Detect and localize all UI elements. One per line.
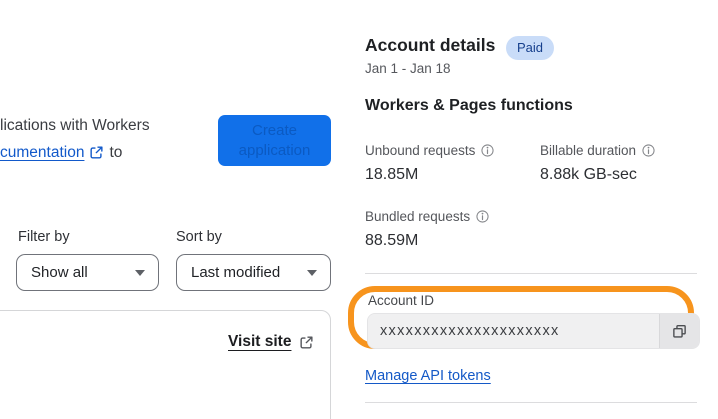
account-id-input[interactable] bbox=[368, 314, 659, 348]
chevron-down-icon bbox=[135, 270, 145, 276]
external-link-icon bbox=[299, 335, 314, 350]
stat-billable-duration-value: 8.88k GB-sec bbox=[540, 166, 637, 183]
chevron-down-icon bbox=[307, 270, 317, 276]
intro-line-1: lications with Workers bbox=[0, 117, 150, 134]
stat-billable-duration-label: Billable duration bbox=[540, 143, 655, 158]
external-link-icon bbox=[89, 145, 104, 160]
filter-dropdown[interactable]: Show all bbox=[16, 254, 159, 291]
visit-site-row: Visit site bbox=[228, 333, 314, 351]
divider bbox=[365, 273, 697, 274]
filter-dropdown-value: Show all bbox=[31, 264, 88, 281]
sort-dropdown-value: Last modified bbox=[191, 264, 281, 281]
account-id-field-group bbox=[367, 313, 700, 349]
info-icon[interactable] bbox=[476, 210, 489, 223]
copy-icon bbox=[671, 323, 688, 340]
visit-site-link[interactable]: Visit site bbox=[228, 333, 291, 351]
sort-dropdown[interactable]: Last modified bbox=[176, 254, 331, 291]
intro-text: lications with Workers cumentation to bbox=[0, 112, 150, 166]
account-details-title: Account details bbox=[365, 35, 496, 55]
date-range: Jan 1 - Jan 18 bbox=[365, 61, 451, 76]
stat-unbound-requests-label: Unbound requests bbox=[365, 143, 494, 158]
plan-badge: Paid bbox=[506, 36, 555, 60]
stat-unbound-requests-value: 18.85M bbox=[365, 166, 419, 183]
copy-button[interactable] bbox=[659, 314, 699, 348]
applications-card bbox=[0, 310, 331, 419]
account-id-label: Account ID bbox=[368, 293, 435, 308]
sort-by-label: Sort by bbox=[176, 229, 222, 245]
info-icon[interactable] bbox=[481, 144, 494, 157]
manage-api-tokens-link[interactable]: Manage API tokens bbox=[365, 368, 491, 384]
functions-section-title: Workers & Pages functions bbox=[365, 97, 573, 114]
info-icon[interactable] bbox=[642, 144, 655, 157]
stat-bundled-requests-value: 88.59M bbox=[365, 232, 419, 249]
filter-by-label: Filter by bbox=[18, 229, 70, 245]
intro-line-2: cumentation to bbox=[0, 139, 150, 166]
create-application-button[interactable]: Create application bbox=[218, 115, 331, 166]
documentation-link[interactable]: cumentation bbox=[0, 139, 84, 166]
workers-pages-dashboard: lications with Workers cumentation to Cr… bbox=[0, 0, 718, 419]
divider bbox=[365, 402, 697, 403]
intro-line-2-suffix: to bbox=[109, 144, 123, 161]
stat-bundled-requests-label: Bundled requests bbox=[365, 209, 489, 224]
